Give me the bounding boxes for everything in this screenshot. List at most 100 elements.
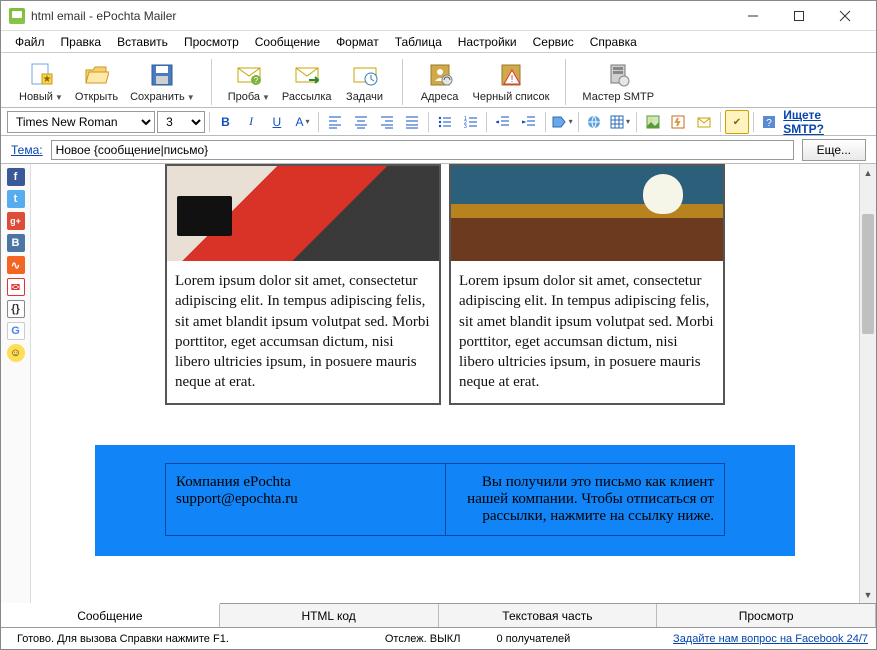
- menu-edit[interactable]: Правка: [55, 33, 108, 51]
- google-plus-icon[interactable]: g+: [7, 212, 25, 230]
- svg-text:★: ★: [42, 74, 51, 85]
- menu-help[interactable]: Справка: [584, 33, 643, 51]
- app-icon: [9, 8, 25, 24]
- content-card-right: Lorem ipsum dolor sit amet, consectetur …: [449, 164, 725, 405]
- smtp-search-link[interactable]: Ищете SMTP?: [783, 108, 864, 136]
- number-list-button[interactable]: 123: [459, 110, 483, 134]
- align-justify-button[interactable]: [400, 110, 424, 134]
- outdent-button[interactable]: [491, 110, 515, 134]
- test-button[interactable]: ? Проба▼: [222, 59, 276, 105]
- align-center-button[interactable]: [349, 110, 373, 134]
- editor-canvas[interactable]: Lorem ipsum dolor sit amet, consectetur …: [31, 164, 859, 603]
- code-icon[interactable]: {}: [7, 300, 25, 318]
- menubar: Файл Правка Вставить Просмотр Сообщение …: [1, 31, 876, 53]
- menu-format[interactable]: Формат: [330, 33, 385, 51]
- scroll-thumb[interactable]: [862, 214, 874, 334]
- social-sidebar: f t g+ B ∿ ✉ {} G ☺: [1, 164, 31, 603]
- font-color-button[interactable]: A▾: [291, 110, 315, 134]
- twitter-icon[interactable]: t: [7, 190, 25, 208]
- indent-button[interactable]: [517, 110, 541, 134]
- email-icon[interactable]: ✉: [7, 278, 25, 296]
- addresses-button[interactable]: Адреса: [413, 59, 467, 105]
- smtp-label: Мастер SMTP: [582, 91, 654, 103]
- titlebar: html email - ePochta Mailer: [1, 1, 876, 31]
- blacklist-button[interactable]: ! Черный список: [467, 59, 556, 105]
- save-label: Сохранить: [130, 91, 185, 103]
- subject-input[interactable]: [51, 140, 794, 160]
- smiley-icon[interactable]: ☺: [7, 344, 25, 362]
- tab-html[interactable]: HTML код: [220, 604, 439, 627]
- minimize-button[interactable]: [730, 1, 776, 31]
- menu-view[interactable]: Просмотр: [178, 33, 245, 51]
- menu-service[interactable]: Сервис: [527, 33, 580, 51]
- insert-table-button[interactable]: ▾: [608, 110, 632, 134]
- footer-unsubscribe-cell: Вы получили это письмо как клиент нашей …: [446, 464, 725, 535]
- bullet-list-button[interactable]: [433, 110, 457, 134]
- font-family-select[interactable]: Times New Roman: [7, 111, 155, 133]
- insert-tag-button[interactable]: ▾: [550, 110, 574, 134]
- maximize-button[interactable]: [776, 1, 822, 31]
- menu-insert[interactable]: Вставить: [111, 33, 174, 51]
- tab-preview[interactable]: Просмотр: [657, 604, 876, 627]
- status-bar: Готово. Для вызова Справки нажмите F1. О…: [1, 627, 876, 649]
- tasks-button[interactable]: Задачи: [338, 59, 392, 105]
- card-text-left: Lorem ipsum dolor sit amet, consectetur …: [167, 261, 439, 403]
- close-button[interactable]: [822, 1, 868, 31]
- help-button[interactable]: ?: [758, 110, 782, 134]
- underline-button[interactable]: U: [265, 110, 289, 134]
- more-button[interactable]: Еще...: [802, 139, 866, 161]
- rss-icon[interactable]: ∿: [7, 256, 25, 274]
- italic-button[interactable]: I: [239, 110, 263, 134]
- save-disk-icon: [148, 61, 176, 89]
- bold-button[interactable]: B: [214, 110, 238, 134]
- test-label: Проба: [228, 91, 260, 103]
- insert-link-button[interactable]: [583, 110, 607, 134]
- tab-text[interactable]: Текстовая часть: [439, 604, 658, 627]
- footer-company-cell: Компания ePochta support@epochta.ru: [166, 464, 446, 535]
- facebook-icon[interactable]: f: [7, 168, 25, 186]
- insert-image-button[interactable]: [641, 110, 665, 134]
- google-icon[interactable]: G: [7, 322, 25, 340]
- menu-settings[interactable]: Настройки: [452, 33, 523, 51]
- open-folder-icon: [82, 61, 110, 89]
- align-right-button[interactable]: [375, 110, 399, 134]
- status-recipients: 0 получателей: [488, 633, 578, 645]
- new-button[interactable]: ★ Новый▼: [13, 59, 69, 105]
- spellcheck-button[interactable]: ✔: [725, 110, 749, 134]
- insert-attachment-button[interactable]: [692, 110, 716, 134]
- align-left-button[interactable]: [323, 110, 347, 134]
- save-button[interactable]: Сохранить▼: [124, 59, 201, 105]
- menu-message[interactable]: Сообщение: [249, 33, 326, 51]
- send-button[interactable]: Рассылка: [276, 59, 338, 105]
- send-label: Рассылка: [282, 91, 332, 103]
- tab-message[interactable]: Сообщение: [1, 603, 220, 627]
- subject-label[interactable]: Тема:: [11, 143, 43, 157]
- ribbon-toolbar: ★ Новый▼ Открыть Сохранить▼ ? Проба▼ Рас…: [1, 53, 876, 108]
- footer-company-name: Компания ePochta: [176, 474, 435, 491]
- blacklist-label: Черный список: [473, 91, 550, 103]
- open-button[interactable]: Открыть: [69, 59, 124, 105]
- insert-flash-button[interactable]: [667, 110, 691, 134]
- blacklist-icon: !: [497, 61, 525, 89]
- font-size-select[interactable]: 3: [157, 111, 205, 133]
- status-ready: Готово. Для вызова Справки нажмите F1.: [9, 633, 237, 645]
- card-image-duck: [451, 166, 723, 261]
- smtp-wizard-button[interactable]: Мастер SMTP: [576, 59, 660, 105]
- window-title: html email - ePochta Mailer: [31, 9, 730, 23]
- scroll-down-arrow[interactable]: ▼: [860, 586, 876, 603]
- menu-table[interactable]: Таблица: [389, 33, 448, 51]
- vertical-scrollbar[interactable]: ▲ ▼: [859, 164, 876, 603]
- open-label: Открыть: [75, 91, 118, 103]
- svg-text:✔: ✔: [733, 117, 741, 128]
- vk-icon[interactable]: B: [7, 234, 25, 252]
- email-footer: Компания ePochta support@epochta.ru Вы п…: [95, 445, 795, 556]
- scroll-up-arrow[interactable]: ▲: [860, 164, 876, 181]
- content-card-left: Lorem ipsum dolor sit amet, consectetur …: [165, 164, 441, 405]
- svg-text:3: 3: [464, 124, 467, 129]
- subject-row: Тема: Еще...: [1, 136, 876, 164]
- format-toolbar: Times New Roman 3 B I U A▾ 123 ▾ ▾ ✔ ? И…: [1, 108, 876, 136]
- svg-text:?: ?: [254, 76, 259, 85]
- menu-file[interactable]: Файл: [9, 33, 51, 51]
- status-facebook-link[interactable]: Задайте нам вопрос на Facebook 24/7: [673, 633, 868, 645]
- new-label: Новый: [19, 91, 53, 103]
